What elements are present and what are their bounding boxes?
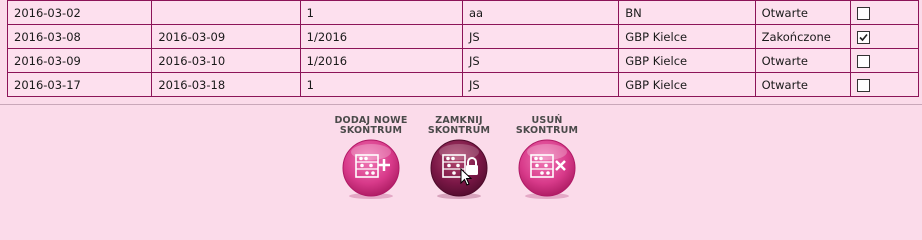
delete-inventory-button[interactable] bbox=[516, 138, 578, 200]
close-inventory-label: ZAMKNIJ SKONTRUM bbox=[416, 116, 502, 138]
select-cell bbox=[849, 0, 920, 25]
row-checkbox[interactable] bbox=[856, 6, 870, 20]
number-cell: 1 bbox=[299, 0, 463, 25]
add-inventory-action: DODAJ NOWE SKONTRUM bbox=[328, 116, 414, 200]
number-cell: 1 bbox=[299, 72, 463, 97]
abacus-add-icon bbox=[342, 139, 400, 199]
end-date-cell bbox=[151, 0, 301, 25]
checkmark-icon bbox=[859, 33, 868, 41]
inventory-table: 2016-03-02 1 aa BN Otwarte 2016-03-08 2016-03-… bbox=[6, 0, 920, 97]
start-date-cell: 2016-03-17 bbox=[6, 72, 153, 97]
number-cell: 1/2016 bbox=[299, 48, 463, 73]
author-cell: aa bbox=[461, 0, 620, 25]
row-checkbox[interactable] bbox=[856, 30, 870, 44]
abacus-lock-icon bbox=[430, 139, 488, 199]
select-cell bbox=[849, 72, 920, 97]
start-date-cell: 2016-03-02 bbox=[6, 0, 153, 25]
number-cell: 1/2016 bbox=[299, 24, 463, 49]
table-row: 2016-03-02 1 aa BN Otwarte bbox=[6, 0, 920, 25]
add-inventory-label: DODAJ NOWE SKONTRUM bbox=[328, 116, 414, 138]
start-date-cell: 2016-03-09 bbox=[6, 48, 153, 73]
author-cell: JS bbox=[461, 48, 620, 73]
divider bbox=[0, 104, 922, 105]
location-cell: GBP Kielce bbox=[618, 72, 756, 97]
close-inventory-button[interactable] bbox=[428, 138, 490, 200]
action-bar: DODAJ NOWE SKONTRUM ZAMKNIJ SKONTRUM USU… bbox=[0, 116, 922, 209]
status-cell: Otwarte bbox=[754, 72, 851, 97]
add-label-line2: SKONTRUM bbox=[339, 125, 403, 136]
author-cell: JS bbox=[461, 24, 620, 49]
status-cell: Otwarte bbox=[754, 48, 851, 73]
delete-inventory-action: USUŃ SKONTRUM bbox=[504, 116, 590, 200]
status-cell: Zakończone bbox=[754, 24, 851, 49]
row-checkbox[interactable] bbox=[856, 78, 870, 92]
end-date-cell: 2016-03-10 bbox=[151, 48, 301, 73]
select-cell bbox=[849, 48, 920, 73]
delete-label-line2: SKONTRUM bbox=[515, 125, 579, 136]
end-date-cell: 2016-03-18 bbox=[151, 72, 301, 97]
author-cell: JS bbox=[461, 72, 620, 97]
delete-inventory-label: USUŃ SKONTRUM bbox=[504, 116, 590, 138]
inventory-page: 2016-03-02 1 aa BN Otwarte 2016-03-08 2016-03-… bbox=[0, 0, 922, 209]
table-row: 2016-03-08 2016-03-09 1/2016 JS GBP Kielce Za… bbox=[6, 24, 920, 49]
add-inventory-button[interactable] bbox=[340, 138, 402, 200]
location-cell: GBP Kielce bbox=[618, 24, 756, 49]
close-inventory-action: ZAMKNIJ SKONTRUM bbox=[416, 116, 502, 200]
close-label-line2: SKONTRUM bbox=[427, 125, 491, 136]
end-date-cell: 2016-03-09 bbox=[151, 24, 301, 49]
row-checkbox[interactable] bbox=[856, 54, 870, 68]
abacus-delete-icon bbox=[518, 139, 576, 199]
status-cell: Otwarte bbox=[754, 0, 851, 25]
location-cell: BN bbox=[618, 0, 756, 25]
location-cell: GBP Kielce bbox=[618, 48, 756, 73]
start-date-cell: 2016-03-08 bbox=[6, 24, 153, 49]
table-row: 2016-03-17 2016-03-18 1 JS GBP Kielce Otwarte bbox=[6, 72, 920, 97]
select-cell bbox=[849, 24, 920, 49]
table-row: 2016-03-09 2016-03-10 1/2016 JS GBP Kielce Ot… bbox=[6, 48, 920, 73]
